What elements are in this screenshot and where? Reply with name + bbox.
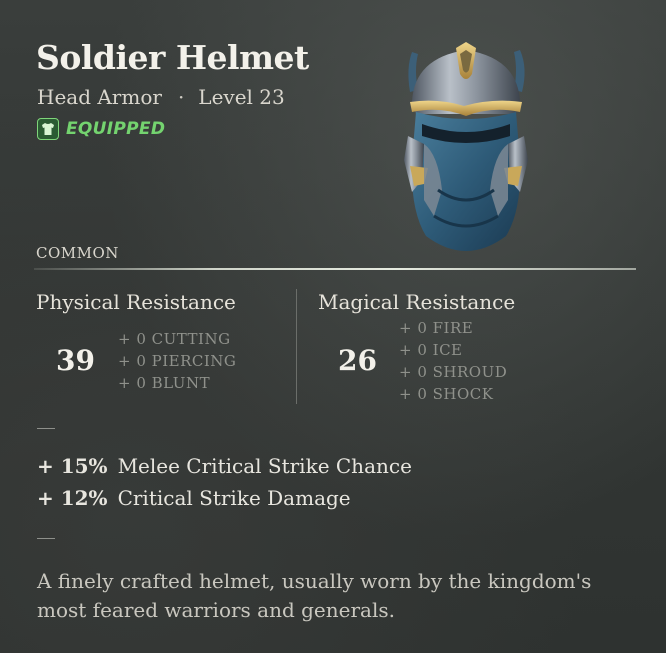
physical-resistance-breakdown: + 0 CUTTING + 0 PIERCING + 0 BLUNT bbox=[118, 328, 236, 394]
equipped-status: EQUIPPED bbox=[37, 118, 165, 140]
item-tooltip: Soldier Helmet Head Armor · Level 23 EQU… bbox=[0, 0, 666, 653]
item-rarity: COMMON bbox=[36, 244, 119, 262]
resistance-fire: + 0 FIRE bbox=[399, 319, 474, 337]
item-name: Soldier Helmet bbox=[36, 38, 309, 77]
bonus-amount: + 12% bbox=[37, 486, 108, 510]
item-category: Head Armor bbox=[37, 85, 162, 109]
physical-resistance-value: 39 bbox=[56, 344, 95, 377]
bonus-label: Critical Strike Damage bbox=[117, 486, 351, 510]
section-dash bbox=[37, 428, 55, 429]
resistance-shroud: + 0 SHROUD bbox=[399, 363, 508, 381]
item-subtitle: Head Armor · Level 23 bbox=[37, 85, 285, 109]
magical-resistance-breakdown: + 0 FIRE + 0 ICE + 0 SHROUD + 0 SHOCK bbox=[399, 317, 507, 405]
bonus-stat: + 12% Critical Strike Damage bbox=[37, 486, 351, 510]
helmet-image bbox=[404, 42, 528, 251]
magical-resistance-title: Magical Resistance bbox=[318, 290, 516, 314]
header-divider bbox=[34, 268, 636, 270]
resistance-blunt: + 0 BLUNT bbox=[118, 374, 211, 392]
section-dash bbox=[37, 538, 55, 539]
physical-resistance-title: Physical Resistance bbox=[36, 290, 236, 314]
item-level: Level 23 bbox=[198, 85, 285, 109]
resistance-shock: + 0 SHOCK bbox=[399, 385, 494, 403]
resistance-ice: + 0 ICE bbox=[399, 341, 463, 359]
resistance-cutting: + 0 CUTTING bbox=[118, 330, 231, 348]
bonus-stat: + 15% Melee Critical Strike Chance bbox=[37, 454, 412, 478]
column-separator bbox=[296, 289, 297, 404]
shirt-icon bbox=[37, 118, 59, 140]
subtitle-separator: · bbox=[177, 85, 185, 109]
bonus-amount: + 15% bbox=[37, 454, 108, 478]
resistance-piercing: + 0 PIERCING bbox=[118, 352, 237, 370]
equipped-label: EQUIPPED bbox=[66, 119, 166, 139]
bonus-label: Melee Critical Strike Chance bbox=[117, 454, 412, 478]
item-description: A finely crafted helmet, usually worn by… bbox=[37, 569, 592, 622]
magical-resistance-value: 26 bbox=[338, 344, 377, 377]
